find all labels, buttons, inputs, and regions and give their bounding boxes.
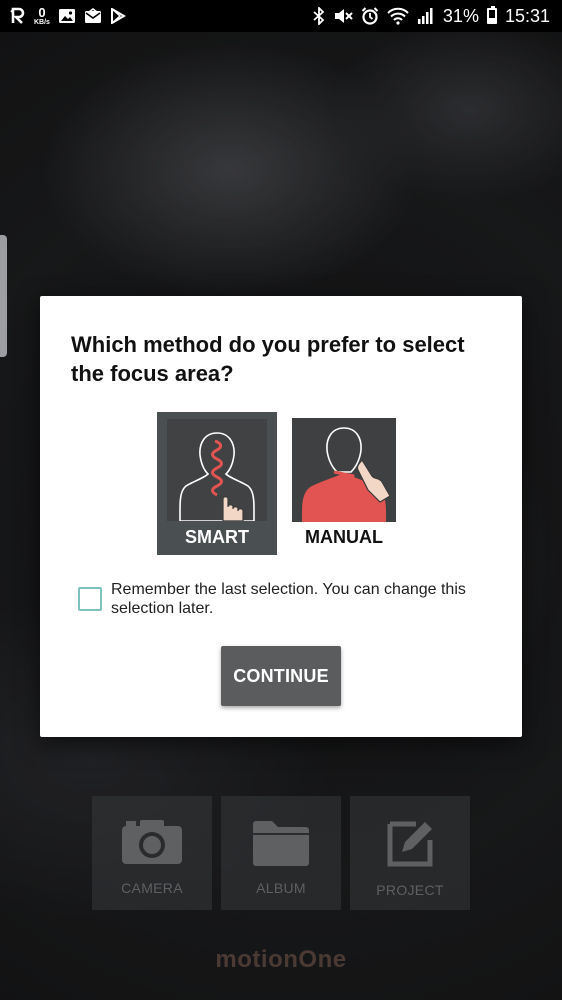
manual-option-label: MANUAL xyxy=(305,527,383,547)
bluetooth-icon xyxy=(313,7,325,25)
net-speed-value: 0 xyxy=(38,5,46,20)
status-bar-left: 0 KB/s xyxy=(10,6,126,26)
edit-icon xyxy=(387,821,433,867)
brand-logo: motionOne xyxy=(215,946,347,973)
battery-fill xyxy=(488,18,495,22)
smart-focus-icon xyxy=(167,419,267,522)
remember-selection-row[interactable]: Remember the last selection. You can cha… xyxy=(78,580,498,618)
alarm-icon xyxy=(361,7,379,25)
net-speed-unit: KB/s xyxy=(34,19,50,26)
focus-method-dialog: Which method do you prefer to select the… xyxy=(40,296,522,737)
edge-panel-handle[interactable] xyxy=(0,235,7,357)
signal-icon xyxy=(417,7,435,25)
mute-icon xyxy=(333,7,353,25)
network-speed-indicator: 0 KB/s xyxy=(34,6,50,26)
remember-label: Remember the last selection. You can cha… xyxy=(111,581,466,617)
battery-icon xyxy=(486,6,497,24)
dialog-title: Which method do you prefer to select the… xyxy=(71,332,465,386)
continue-button[interactable]: CONTINUE xyxy=(221,646,341,706)
status-bar: 0 KB/s 31% 15:31 xyxy=(0,0,562,32)
project-button[interactable]: PROJECT xyxy=(350,796,470,910)
smart-option-label: SMART xyxy=(185,527,249,547)
remember-checkbox[interactable] xyxy=(78,587,102,611)
folder-icon xyxy=(253,821,309,866)
battery-percent: 31% xyxy=(442,5,479,26)
image-icon xyxy=(58,8,76,24)
manual-focus-icon xyxy=(292,418,396,522)
camera-label: CAMERA xyxy=(121,880,183,896)
smart-option[interactable]: SMART xyxy=(157,412,277,555)
play-store-icon xyxy=(110,8,126,24)
album-button[interactable]: ALBUM xyxy=(221,796,341,910)
wifi-icon xyxy=(387,7,409,25)
bottom-toolbar: CAMERA ALBUM PROJECT xyxy=(92,796,470,910)
manual-option[interactable]: MANUAL xyxy=(292,418,396,552)
project-label: PROJECT xyxy=(376,882,444,898)
mail-icon xyxy=(84,8,102,24)
r-app-icon xyxy=(10,7,28,25)
camera-icon xyxy=(122,820,182,864)
clock: 15:31 xyxy=(504,5,550,26)
status-bar-right: 31% 15:31 xyxy=(313,6,550,27)
camera-button[interactable]: CAMERA xyxy=(92,796,212,910)
album-label: ALBUM xyxy=(256,880,306,896)
